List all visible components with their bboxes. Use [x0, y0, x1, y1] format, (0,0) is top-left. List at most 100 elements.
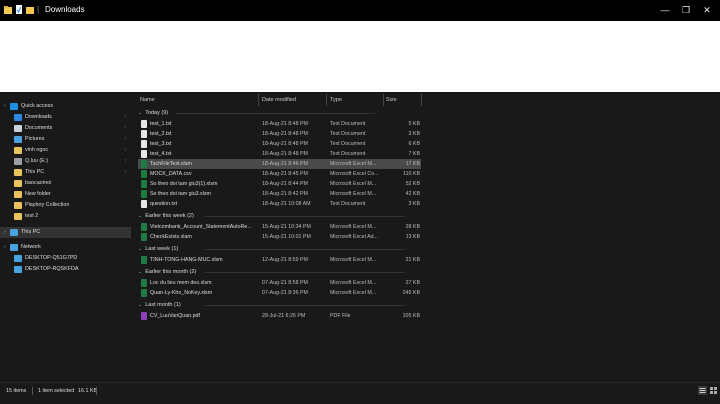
- file-row[interactable]: question.txt 18-Aug-21 10:08 AM Text Docum…: [138, 199, 421, 209]
- pin-icon: ↑: [124, 169, 127, 175]
- text-file-icon: [141, 140, 147, 148]
- column-divider[interactable]: [326, 94, 327, 106]
- nav-item-label: This PC: [25, 169, 45, 175]
- file-type: Microsoft Excel M...: [330, 280, 377, 286]
- nav-item[interactable]: Q.luu (E:) ↑: [0, 156, 131, 167]
- excel-file-icon: [141, 289, 147, 297]
- file-type: Microsoft Excel M...: [330, 224, 377, 230]
- file-row[interactable]: Quan-Ly-Kho_NoKey.xlsm 07-Aug-21 8:36 PM M…: [138, 288, 421, 298]
- file-row[interactable]: Vietcombank_Account_StatementAutoRe... 15…: [138, 222, 421, 232]
- collapse-chevron-icon[interactable]: ⌄: [138, 246, 142, 252]
- group-header[interactable]: ⌄ Earlier this month (2): [138, 267, 196, 277]
- column-header-name[interactable]: Name: [140, 94, 155, 106]
- nav-item[interactable]: Documents ↑: [0, 123, 131, 134]
- close-button[interactable]: ✕: [700, 4, 714, 16]
- minimize-button[interactable]: —: [658, 4, 672, 16]
- computer-icon: [14, 266, 22, 273]
- nav-item-label: Q.luu (E:): [25, 158, 49, 164]
- column-header-size[interactable]: Size: [386, 94, 397, 106]
- collapse-chevron-icon[interactable]: ⌄: [138, 269, 142, 275]
- file-name: Quan-Ly-Kho_NoKey.xlsm: [150, 290, 213, 296]
- file-size: 5 KB: [408, 121, 420, 127]
- group-divider: [205, 249, 405, 250]
- file-type: Microsoft Excel Ad...: [330, 234, 378, 240]
- file-name: TINH-TONG-HANG-MUC.xlsm: [150, 257, 223, 263]
- column-divider[interactable]: [383, 94, 384, 106]
- collapse-chevron-icon[interactable]: ⌄: [138, 110, 142, 116]
- file-row[interactable]: CheckExists.xlam 15-Aug-21 10:01 PM Micros…: [138, 232, 421, 242]
- nav-item[interactable]: DESKTOP-Q51G7PD: [0, 253, 131, 264]
- expand-chevron-icon[interactable]: ›: [4, 227, 6, 238]
- nav-item[interactable]: Downloads ↑: [0, 112, 131, 123]
- file-size: 3 KB: [408, 131, 420, 137]
- file-date: 18-Aug-21 8:46 PM: [262, 161, 308, 167]
- file-row[interactable]: test_2.txt 18-Aug-21 8:48 PM Text Document…: [138, 129, 421, 139]
- properties-icon[interactable]: [15, 5, 23, 14]
- expand-chevron-icon[interactable]: ›: [4, 242, 6, 253]
- large-icons-view-icon[interactable]: [709, 386, 718, 395]
- nav-item-label: Network: [21, 244, 41, 250]
- file-size: 28 KB: [405, 224, 420, 230]
- folder-icon: [14, 169, 22, 176]
- nav-item[interactable]: Playboy Collection: [0, 200, 131, 211]
- nav-item[interactable]: This PC ↑: [0, 167, 131, 178]
- collapse-chevron-icon[interactable]: ⌄: [138, 213, 142, 219]
- file-row[interactable]: CV_LuuVanQuan.pdf 28-Jul-21 6:26 PM PDF Fi…: [138, 311, 421, 321]
- nav-item-label: DESKTOP-RQSKFDA: [25, 266, 79, 272]
- nav-item[interactable]: test 2: [0, 211, 131, 222]
- file-name: Loc du lieu mem deo.xlsm: [150, 280, 212, 286]
- file-row[interactable]: So theo doi tam giu3.xlsm 18-Aug-21 8:42 …: [138, 189, 421, 199]
- group-label: Last week (1): [145, 246, 179, 252]
- nav-item[interactable]: Pictures ↑: [0, 134, 131, 145]
- file-size: 13 KB: [405, 234, 420, 240]
- group-header[interactable]: ⌄ Earlier this week (2): [138, 211, 194, 221]
- column-header-type[interactable]: Type: [330, 94, 342, 106]
- excel-file-icon: [141, 170, 147, 178]
- group-header[interactable]: ⌄ Today (9): [138, 108, 168, 118]
- file-name: CV_LuuVanQuan.pdf: [150, 313, 200, 319]
- nav-item[interactable]: vinh ngoc ↑: [0, 145, 131, 156]
- file-name: Vietcombank_Account_StatementAutoRe...: [150, 224, 252, 230]
- text-file-icon: [141, 130, 147, 138]
- nav-item[interactable]: › Quick access: [0, 101, 131, 112]
- file-size: 27 KB: [405, 280, 420, 286]
- nav-item[interactable]: › This PC: [0, 227, 131, 238]
- text-file-icon: [141, 200, 147, 208]
- details-view-icon[interactable]: [698, 386, 707, 395]
- file-row[interactable]: MOCK_DATA.csv 18-Aug-21 8:45 PM Microsoft …: [138, 169, 421, 179]
- file-row[interactable]: test_1.txt 18-Aug-21 8:48 PM Text Document…: [138, 119, 421, 129]
- group-header[interactable]: ⌄ Last week (1): [138, 244, 178, 254]
- file-row[interactable]: test_4.txt 18-Aug-21 8:48 PM Text Document…: [138, 149, 421, 159]
- file-type: Microsoft Excel M...: [330, 191, 377, 197]
- nav-item[interactable]: New folder: [0, 189, 131, 200]
- file-row[interactable]: test_3.txt 18-Aug-21 8:48 PM Text Document…: [138, 139, 421, 149]
- new-folder-icon[interactable]: [26, 5, 34, 14]
- nav-item-label: Quick access: [21, 103, 54, 109]
- file-size: 7 KB: [408, 151, 420, 157]
- pin-icon: ↑: [124, 147, 127, 153]
- file-row[interactable]: TINH-TONG-HANG-MUC.xlsm 12-Aug-21 8:59 PM…: [138, 255, 421, 265]
- collapse-chevron-icon[interactable]: ⌄: [138, 302, 142, 308]
- group-divider: [205, 305, 405, 306]
- computer-icon: [14, 255, 22, 262]
- excel-file-icon: [141, 279, 147, 287]
- nav-item[interactable]: › Network: [0, 242, 131, 253]
- file-date: 18-Aug-21 8:45 PM: [262, 171, 308, 177]
- nav-item-label: Downloads: [25, 114, 52, 120]
- column-divider[interactable]: [258, 94, 259, 106]
- expand-chevron-icon[interactable]: ›: [4, 101, 6, 112]
- nav-item[interactable]: baocaomoi: [0, 178, 131, 189]
- column-header-date-modified[interactable]: Date modified: [262, 94, 296, 106]
- column-divider[interactable]: [421, 94, 422, 106]
- file-row[interactable]: So theo doi tam giu3(1).xlsm 18-Aug-21 8:…: [138, 179, 421, 189]
- file-type: PDF File: [330, 313, 351, 319]
- file-list-pane[interactable]: Name Date modified Type Size ⌄ Today (9) t…: [135, 92, 720, 382]
- group-header[interactable]: ⌄ Last month (1): [138, 300, 181, 310]
- pin-icon: ↑: [124, 136, 127, 142]
- file-size: 105 KB: [402, 313, 420, 319]
- file-row[interactable]: Loc du lieu mem deo.xlsm 07-Aug-21 8:58 P…: [138, 278, 421, 288]
- maximize-button[interactable]: ❐: [679, 4, 693, 16]
- navigation-pane[interactable]: › Quick access Downloads ↑ Documents ↑ Picture…: [0, 92, 131, 382]
- file-row[interactable]: TachFileText.xlsm 18-Aug-21 8:46 PM Micros…: [138, 159, 421, 169]
- nav-item[interactable]: DESKTOP-RQSKFDA: [0, 264, 131, 275]
